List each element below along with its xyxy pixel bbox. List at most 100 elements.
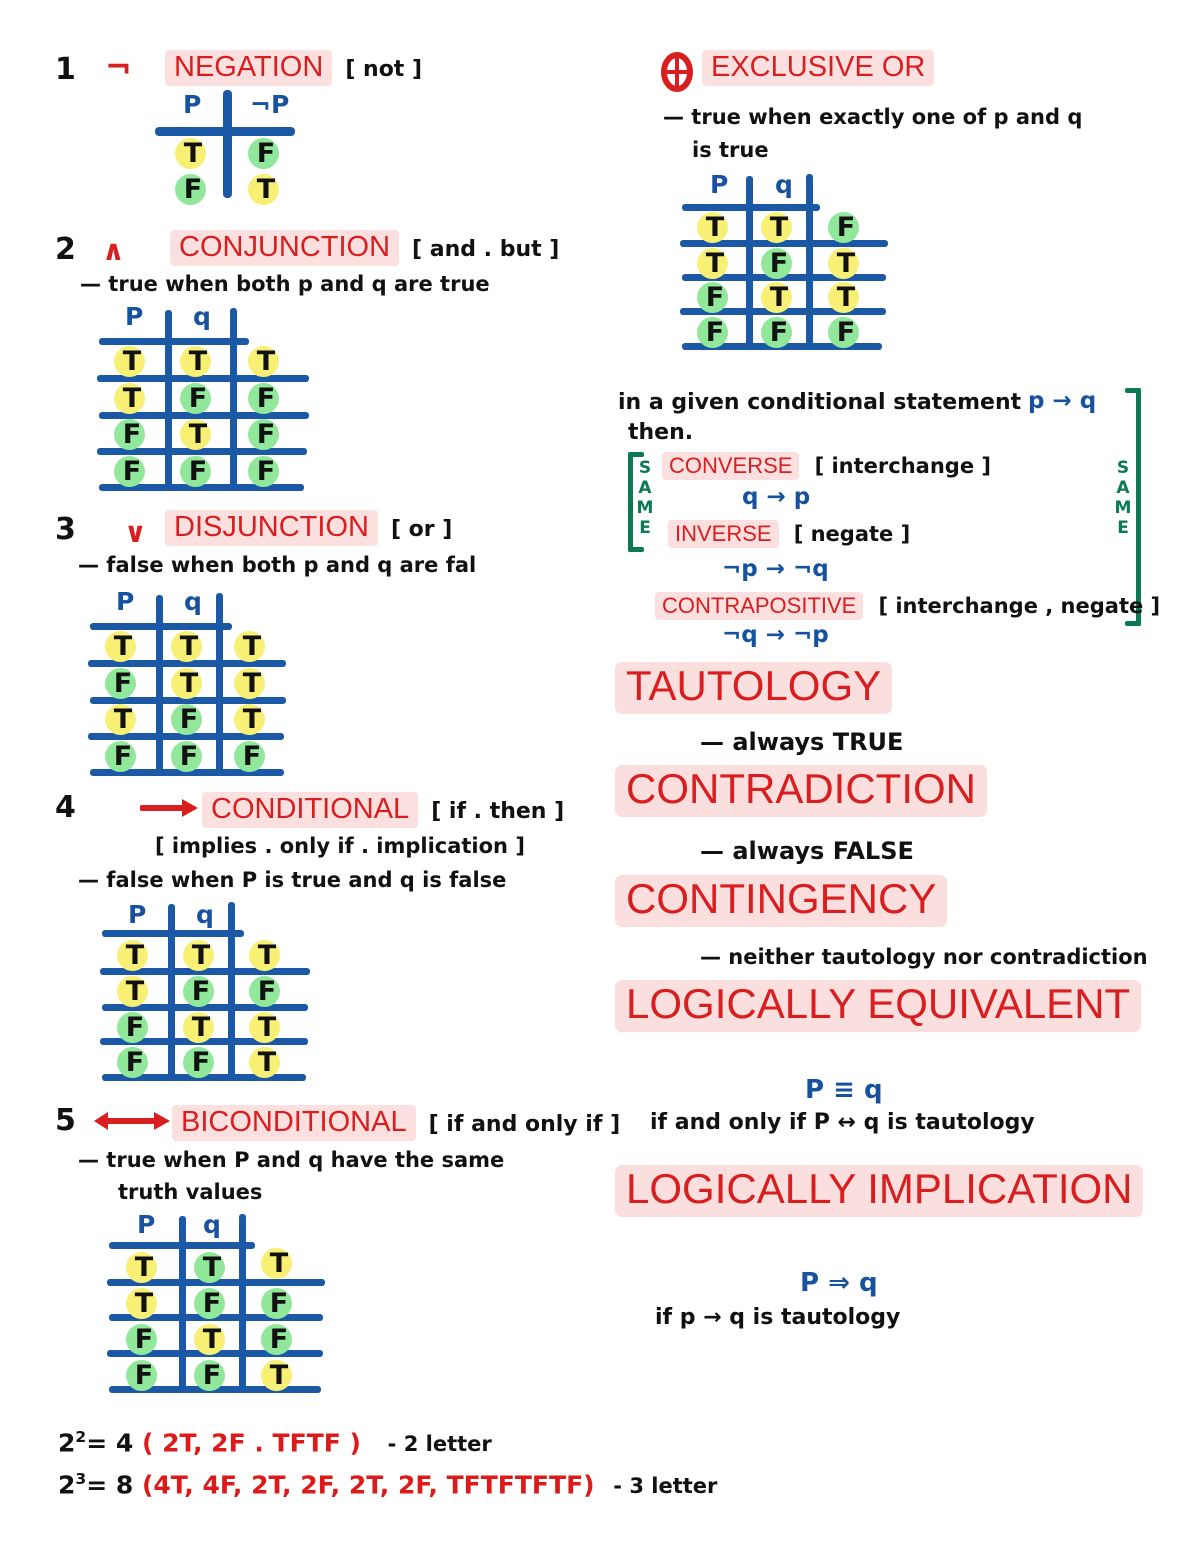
- table-cell: F: [177, 450, 219, 492]
- inverse-note: [ negate ]: [793, 522, 911, 546]
- table-cell: F: [231, 735, 273, 777]
- bracket-line: [628, 547, 644, 552]
- footer-1-tail: - 2 letter: [387, 1432, 492, 1457]
- same-bracket-right: SAME: [1108, 388, 1146, 626]
- section-number-5: 5: [55, 1103, 76, 1138]
- section-number-2: 2: [55, 232, 76, 267]
- contingency-title: CONTINGENCY: [615, 875, 948, 927]
- footer-1-base: 2: [58, 1428, 76, 1458]
- table-cell: F: [168, 698, 210, 740]
- exclusive-or-title: EXCLUSIVE OR: [702, 50, 935, 87]
- converse-row: CONVERSE [ interchange ]: [662, 452, 991, 481]
- footer-2-exponent: 3: [75, 1470, 87, 1488]
- table-line-vertical: [216, 593, 223, 775]
- column-header-p: P: [137, 1210, 156, 1239]
- contrapositive-formula: ¬q → ¬p: [722, 622, 829, 648]
- table-line-vertical: [223, 90, 232, 198]
- xor-description-line-2: is true: [692, 138, 769, 162]
- converse-title: CONVERSE: [662, 452, 800, 481]
- table-line-vertical: [746, 176, 753, 350]
- footer-line-1: 22= 4 ( 2T, 2F . TFTF ) - 2 letter: [58, 1428, 492, 1457]
- section-title-exclusive-or: EXCLUSIVE OR: [702, 50, 935, 87]
- conjunction-operator-icon: ∧: [102, 234, 125, 267]
- footer-line-2: 23= 8 (4T, 4F, 2T, 2F, 2T, 2F, TFTFTFTF)…: [58, 1470, 717, 1499]
- column-header-p: P: [116, 587, 135, 616]
- conjunction-description: — true when both p and q are true: [80, 272, 490, 296]
- conjunction-aliases: [ and . but ]: [412, 237, 560, 262]
- table-cell: F: [168, 735, 210, 777]
- same-label-left: SAME: [636, 458, 654, 538]
- logically-equivalent-title: LOGICALLY EQUIVALENT: [615, 980, 1142, 1032]
- xor-description-line-1: — true when exactly one of p and q: [663, 105, 1083, 129]
- column-header-q: q: [196, 900, 214, 929]
- logical-implication-note: if p → q is tautology: [655, 1305, 901, 1330]
- biconditional-title: BICONDITIONAL: [172, 1105, 416, 1142]
- conjunction-title: CONJUNCTION: [170, 230, 400, 267]
- contrapositive-title: CONTRAPOSITIVE: [655, 592, 864, 621]
- footer-1-pattern: ( 2T, 2F . TFTF ): [141, 1428, 361, 1458]
- section-number-1: 1: [55, 52, 76, 87]
- disjunction-aliases: [ or ]: [390, 517, 453, 542]
- table-line-vertical: [239, 1214, 246, 1392]
- logically-equivalent-note: if and only if P ↔ q is tautology: [650, 1110, 1035, 1135]
- contrapositive-note: [ interchange , negate ]: [878, 594, 1161, 618]
- conditional-variants-intro-formula: p → q: [1028, 388, 1097, 414]
- table-cell: F: [123, 1354, 165, 1396]
- table-cell: T: [231, 698, 273, 740]
- table-cell: T: [245, 168, 287, 210]
- column-header-q: q: [193, 302, 211, 331]
- disjunction-operator-icon: ∨: [124, 516, 147, 549]
- table-cell: T: [245, 340, 287, 382]
- table-line-vertical: [806, 174, 813, 350]
- table-cell: F: [245, 450, 287, 492]
- double-arrow-icon: [94, 1112, 170, 1130]
- negation-title: NEGATION: [165, 50, 333, 87]
- converse-formula: q → p: [742, 484, 811, 510]
- inverse-formula: ¬p → ¬q: [722, 556, 829, 582]
- column-header-p: P: [710, 170, 729, 199]
- table-cell: T: [177, 413, 219, 455]
- bracket-line: [628, 452, 633, 552]
- table-cell: F: [694, 311, 736, 353]
- table-cell: T: [177, 340, 219, 382]
- bracket-line: [1125, 621, 1141, 626]
- footer-2-equals: = 8: [86, 1470, 134, 1500]
- negation-operator-icon: ¬: [105, 48, 132, 86]
- section-title-conjunction: CONJUNCTION [ and . but ]: [170, 230, 560, 267]
- same-label-right: SAME: [1114, 458, 1132, 538]
- biconditional-description-2: truth values: [118, 1180, 263, 1204]
- table-cell: T: [231, 625, 273, 667]
- column-header-p: P: [183, 90, 202, 119]
- table-cell: F: [758, 311, 800, 353]
- table-cell: F: [191, 1354, 233, 1396]
- section-title-biconditional: BICONDITIONAL [ if and only if ]: [172, 1105, 621, 1142]
- column-header-q: q: [184, 587, 202, 616]
- table-cell: T: [111, 340, 153, 382]
- table-line-vertical: [228, 902, 235, 1080]
- conditional-variants-intro-line-1: in a given conditional statement: [618, 390, 1022, 415]
- tautology-note: — always TRUE: [700, 728, 904, 756]
- conditional-aliases-2: [ implies . only if . implication ]: [155, 834, 525, 858]
- footer-2-base: 2: [58, 1470, 76, 1500]
- table-cell: T: [246, 1041, 288, 1083]
- table-cell: T: [258, 1242, 300, 1284]
- table-cell: T: [102, 625, 144, 667]
- inverse-row: INVERSE [ negate ]: [668, 520, 911, 549]
- bracket-line: [628, 452, 644, 457]
- table-line-vertical: [230, 308, 237, 490]
- tautology-title: TAUTOLOGY: [615, 662, 893, 714]
- section-title-disjunction: DISJUNCTION [ or ]: [165, 510, 453, 547]
- table-cell: F: [245, 413, 287, 455]
- table-cell: F: [114, 1041, 156, 1083]
- table-line-vertical: [168, 904, 175, 1080]
- logically-equivalent-formula: P ≡ q: [805, 1075, 883, 1105]
- conditional-title: CONDITIONAL: [202, 792, 419, 829]
- contradiction-title: CONTRADICTION: [615, 765, 987, 817]
- table-cell: F: [111, 413, 153, 455]
- bracket-line: [1136, 388, 1141, 626]
- disjunction-title: DISJUNCTION: [165, 510, 378, 547]
- section-number-3: 3: [55, 512, 76, 547]
- table-line-vertical: [156, 595, 163, 775]
- logical-implication-title: LOGICALLY IMPLICATION: [615, 1165, 1144, 1217]
- biconditional-aliases: [ if and only if ]: [428, 1112, 621, 1137]
